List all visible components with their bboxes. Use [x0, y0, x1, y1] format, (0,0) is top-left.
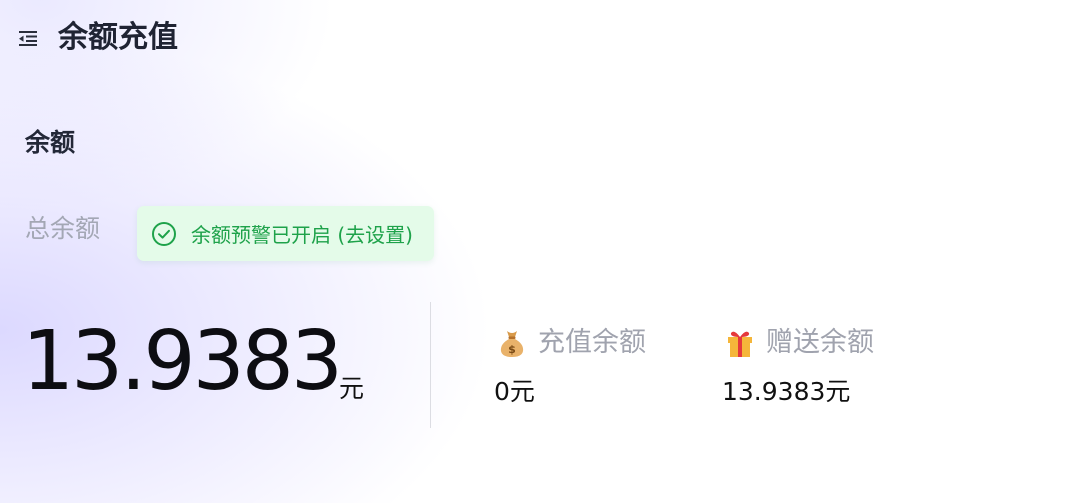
indent-menu-icon[interactable]	[18, 29, 38, 47]
money-bag-icon: $	[500, 331, 524, 357]
recharge-balance-label: $ 充值余额	[498, 325, 646, 361]
gift-balance-label: 赠送余额	[726, 325, 874, 361]
total-balance-unit: 元	[339, 374, 365, 403]
balance-alert-text: 余额预警已开启 (去设置)	[191, 223, 413, 247]
gift-icon	[728, 331, 752, 357]
balance-alert-badge[interactable]: 余额预警已开启 (去设置)	[137, 206, 434, 261]
svg-text:$: $	[508, 343, 516, 356]
recharge-balance-value: 0元	[494, 377, 535, 406]
page-title: 余额充值	[58, 20, 178, 55]
total-balance-amount: 13.9383	[22, 314, 343, 409]
total-balance-label: 总余额	[25, 214, 101, 243]
gift-balance-value: 13.9383元	[722, 377, 851, 406]
gift-balance-label-text: 赠送余额	[766, 327, 874, 358]
recharge-balance-label-text: 充值余额	[538, 327, 646, 358]
balance-section-title: 余额	[25, 128, 76, 157]
page-header: 余额充值	[0, 0, 1080, 80]
vertical-divider	[430, 302, 431, 428]
check-circle-icon	[152, 221, 176, 246]
